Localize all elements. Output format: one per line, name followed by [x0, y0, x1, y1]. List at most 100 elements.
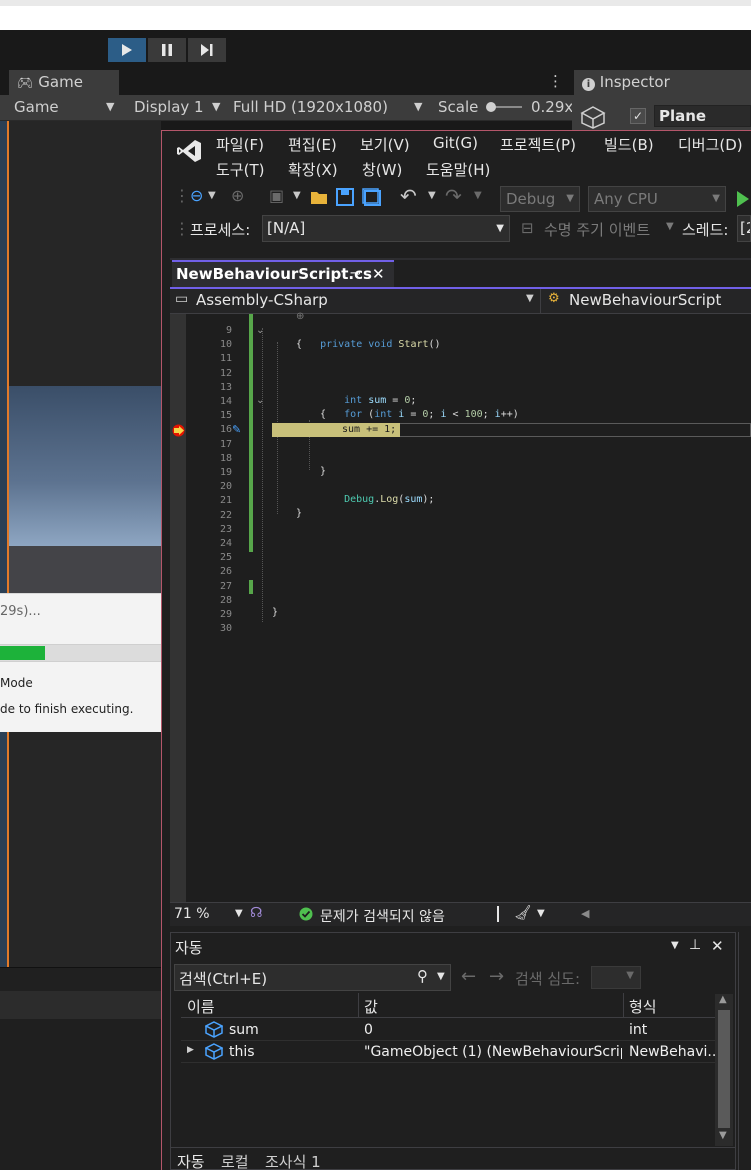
menu-build[interactable]: 빌드(B): [604, 134, 654, 155]
zoom-dropdown[interactable]: 71 %: [174, 906, 210, 922]
breakpoint-current-icon[interactable]: [172, 424, 186, 437]
unity-message-icon: ⊕: [296, 311, 305, 322]
scroll-down-icon[interactable]: ▼: [719, 1130, 727, 1141]
scrollbar-thumb[interactable]: [718, 1010, 730, 1128]
display-dropdown[interactable]: Display 1: [134, 97, 204, 117]
scroll-left-icon[interactable]: ◀: [581, 907, 589, 920]
menu-help[interactable]: 도움말(H): [426, 159, 490, 180]
play-button[interactable]: [108, 38, 146, 62]
menu-edit[interactable]: 편집(E): [288, 134, 337, 155]
save-all-icon[interactable]: [362, 188, 382, 206]
start-debug-icon[interactable]: [736, 190, 750, 208]
navigate-forward-icon[interactable]: ⊕: [231, 186, 244, 206]
search-icon[interactable]: ⚲: [417, 967, 428, 985]
more-options-icon[interactable]: ⋮: [548, 72, 563, 90]
close-icon[interactable]: ✕: [711, 937, 724, 955]
active-checkbox[interactable]: ✓: [630, 108, 646, 124]
unity-menu-area: [0, 6, 751, 30]
close-icon[interactable]: ✕: [372, 262, 385, 286]
navigate-back-icon[interactable]: ⊖: [190, 186, 203, 206]
class-dropdown[interactable]: NewBehaviourScript: [569, 291, 721, 309]
line-number: 11: [219, 353, 232, 365]
code-token: private: [320, 339, 363, 350]
tab-watch-1[interactable]: 조사식 1: [265, 1151, 321, 1170]
tab-game[interactable]: 🎮︎ Game: [9, 70, 119, 95]
code-token: }: [296, 508, 303, 519]
step-button[interactable]: [188, 38, 226, 62]
search-next-icon[interactable]: →: [489, 966, 504, 987]
line-number: 23: [219, 523, 232, 535]
chevron-down-icon[interactable]: ▼: [428, 186, 436, 206]
pin-icon[interactable]: ⊸: [350, 262, 361, 286]
save-icon[interactable]: [336, 188, 354, 206]
process-dropdown[interactable]: [N/A] ▼: [262, 215, 510, 242]
menu-project[interactable]: 프로젝트(P): [500, 134, 576, 155]
menu-window[interactable]: 창(W): [362, 159, 402, 180]
configuration-dropdown[interactable]: Debug ▼: [500, 186, 580, 212]
column-value-header[interactable]: 값: [364, 996, 378, 1017]
row-value[interactable]: "GameObject (1) (NewBehaviourScrip...: [364, 1044, 622, 1060]
new-project-icon[interactable]: ▣: [269, 186, 284, 206]
chevron-down-icon[interactable]: ▼: [671, 940, 679, 951]
tab-inspector[interactable]: i Inspector: [574, 70, 751, 95]
expand-arrow-icon[interactable]: ▶: [187, 1045, 194, 1055]
chevron-down-icon[interactable]: ▼: [208, 186, 216, 206]
search-previous-icon[interactable]: ←: [461, 966, 476, 987]
autos-search-input[interactable]: 검색(Ctrl+E) ⚲ ▼: [174, 964, 451, 991]
menu-extensions[interactable]: 확장(X): [288, 159, 338, 180]
table-row[interactable]: ▶ this "GameObject (1) (NewBehaviourScri…: [181, 1041, 715, 1063]
menu-tools[interactable]: 도구(T): [216, 159, 264, 180]
scale-slider[interactable]: [486, 102, 524, 112]
scroll-up-icon[interactable]: ▲: [719, 994, 727, 1005]
column-name-header[interactable]: 이름: [187, 996, 215, 1017]
glyph-margin: [170, 314, 186, 902]
menu-file[interactable]: 파일(F): [216, 134, 264, 155]
redo-icon[interactable]: ↷: [445, 186, 462, 206]
column-type-header[interactable]: 형식: [629, 996, 657, 1017]
fold-chevron-icon[interactable]: ⌄: [256, 325, 264, 336]
lifecycle-events-button[interactable]: 수명 주기 이벤트: [544, 219, 650, 240]
chevron-down-icon[interactable]: ▼: [474, 186, 482, 206]
search-depth-dropdown[interactable]: ▼: [591, 966, 641, 989]
code-token: (): [428, 339, 441, 350]
undo-icon[interactable]: ↶: [400, 186, 417, 206]
menu-view[interactable]: 보기(V): [360, 134, 410, 155]
platform-dropdown[interactable]: Any CPU ▼: [588, 186, 726, 212]
code-token: 100: [464, 409, 483, 420]
row-value[interactable]: 0: [364, 1022, 373, 1038]
fold-chevron-icon[interactable]: ⌄: [256, 395, 264, 406]
resolution-dropdown[interactable]: Full HD (1920x1080): [233, 97, 388, 117]
object-name-field[interactable]: Plane: [654, 105, 751, 127]
open-folder-icon[interactable]: [310, 188, 330, 206]
tab-new-behaviour-script[interactable]: NewBehaviourScript.cs ⊸ ✕: [172, 260, 394, 287]
thread-dropdown[interactable]: [2: [737, 215, 751, 242]
lifecycle-events-icon[interactable]: ⊟: [521, 219, 534, 237]
copilot-icon[interactable]: ☊: [250, 905, 262, 921]
platform-value: Any CPU: [594, 190, 658, 208]
view-mode-dropdown[interactable]: Game: [14, 97, 59, 117]
menu-git[interactable]: Git(G): [433, 134, 478, 152]
chevron-down-icon[interactable]: ▼: [293, 186, 301, 206]
codelens[interactable]: ⊕: [296, 311, 304, 322]
issues-status[interactable]: 문제가 검색되지 않음: [320, 906, 445, 926]
edit-pencil-icon[interactable]: ✎: [232, 423, 241, 436]
scale-value: 0.29x: [531, 98, 574, 116]
chevron-down-icon[interactable]: ▼: [537, 908, 545, 919]
chevron-down-icon[interactable]: ▼: [666, 221, 674, 232]
line-number: 29: [219, 609, 232, 620]
pin-icon[interactable]: ⊥: [689, 937, 701, 953]
code-token: sum: [404, 494, 423, 505]
slider-handle[interactable]: [486, 102, 496, 112]
pause-button[interactable]: [148, 38, 186, 62]
menu-debug[interactable]: 디버그(D): [678, 134, 743, 155]
table-row[interactable]: sum 0 int: [181, 1019, 715, 1041]
tab-locals[interactable]: 로컬: [221, 1151, 249, 1170]
project-dropdown[interactable]: Assembly-CSharp: [196, 291, 328, 309]
line-number: 20: [219, 481, 232, 493]
code-cleanup-icon[interactable]: 🧹︎: [514, 905, 532, 921]
code-token: );: [422, 494, 435, 505]
game-ground: [9, 546, 161, 594]
chevron-down-icon[interactable]: ▼: [437, 971, 445, 982]
tab-autos[interactable]: 자동: [177, 1151, 205, 1170]
chevron-down-icon[interactable]: ▼: [235, 908, 243, 919]
